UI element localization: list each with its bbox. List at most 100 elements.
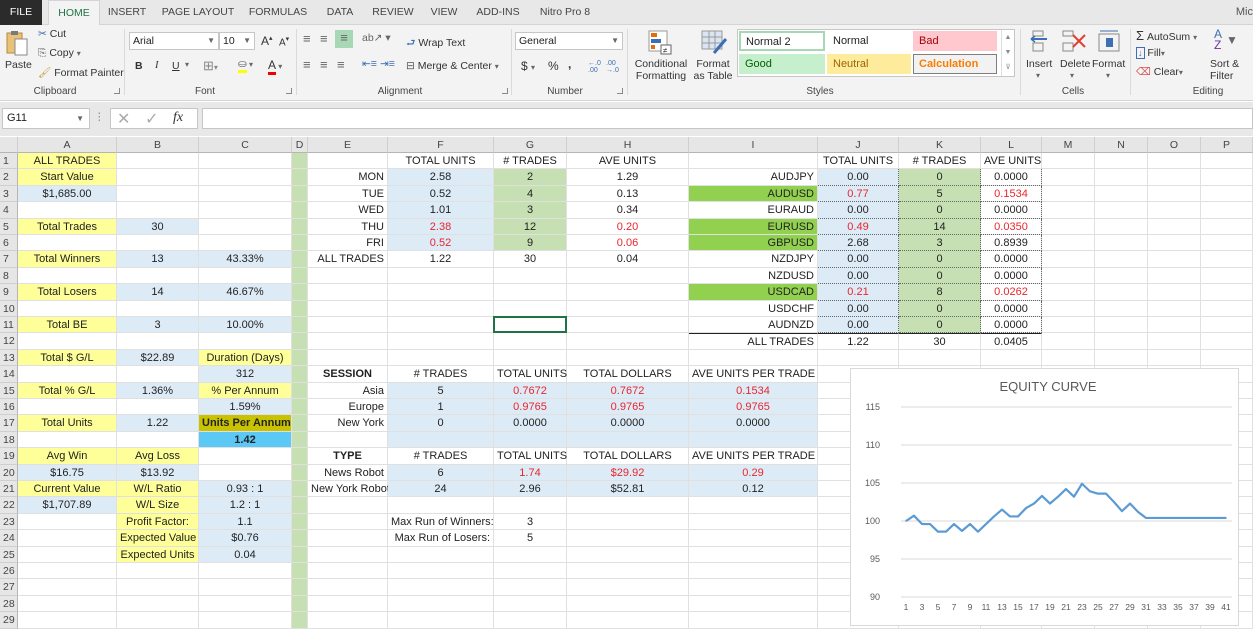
row-header-10[interactable]: 10	[0, 300, 18, 317]
delete-cells-button[interactable]: Delete ▾	[1058, 27, 1090, 83]
cell-d5[interactable]	[292, 218, 308, 235]
avg-loss-value[interactable]: $13.92	[117, 464, 199, 481]
total-be-label[interactable]: Total BE	[18, 317, 117, 334]
column-header-p[interactable]: P	[1201, 137, 1253, 153]
cell-d21[interactable]	[292, 481, 308, 498]
type-units[interactable]: 1.74	[494, 464, 567, 481]
cell-o5[interactable]	[1148, 218, 1201, 235]
max-run-winners-value[interactable]: 3	[494, 513, 567, 531]
cell-a29[interactable]	[18, 612, 117, 629]
cell-d8[interactable]	[292, 267, 308, 285]
row-header-9[interactable]: 9	[0, 284, 18, 301]
cell-d15[interactable]	[292, 382, 308, 399]
cell-n1[interactable]	[1095, 153, 1148, 170]
day-total-units[interactable]: 2.58	[388, 169, 494, 186]
be-pct[interactable]: 10.00%	[199, 317, 292, 334]
cell-m2[interactable]	[1042, 169, 1095, 186]
type-header[interactable]: TOTAL DOLLARS	[567, 448, 689, 465]
pair-ave-units[interactable]: 0.0000	[981, 202, 1042, 219]
style-bad[interactable]: Bad	[913, 31, 997, 51]
cell-i13[interactable]	[689, 349, 818, 367]
pair-trades[interactable]: 0	[899, 317, 981, 334]
cell-d23[interactable]	[292, 513, 308, 531]
decrease-decimal-icon[interactable]: .00 →.0	[606, 60, 619, 74]
style-good[interactable]: Good	[739, 54, 825, 74]
cell-c1[interactable]	[199, 153, 292, 170]
column-header-c[interactable]: C	[199, 137, 292, 153]
cell-f25[interactable]	[388, 546, 494, 563]
cell-j13[interactable]	[818, 349, 899, 367]
currency-button[interactable]: $ ▾	[521, 59, 535, 73]
session-blank[interactable]	[494, 431, 567, 449]
day-ave-units[interactable]: 0.20	[567, 218, 689, 235]
cell-h9[interactable]	[567, 284, 689, 301]
cell-m3[interactable]	[1042, 185, 1095, 203]
cell-c4[interactable]	[199, 202, 292, 219]
cell-m6[interactable]	[1042, 235, 1095, 252]
tab-insert[interactable]: INSERT	[104, 0, 150, 25]
expected-value-value[interactable]: $0.76	[199, 530, 292, 547]
cell-c28[interactable]	[199, 595, 292, 613]
column-header-j[interactable]: J	[818, 137, 899, 153]
row-header-5[interactable]: 5	[0, 218, 18, 235]
fill-button[interactable]: ↓ Fill▾	[1136, 47, 1165, 59]
tab-formulas[interactable]: FORMULAS	[246, 0, 310, 25]
pair-trades[interactable]: 3	[899, 235, 981, 252]
cell-d24[interactable]	[292, 530, 308, 547]
style-calculation[interactable]: Calculation	[913, 54, 997, 74]
day-ave-units[interactable]: 0.34	[567, 202, 689, 219]
cell-e27[interactable]	[308, 579, 388, 596]
days-total-ave[interactable]: 0.04	[567, 251, 689, 268]
style-normal[interactable]: Normal	[827, 31, 911, 51]
type-units[interactable]: 2.96	[494, 481, 567, 498]
pair-total-units[interactable]: 0.21	[818, 284, 899, 301]
cell-a6[interactable]	[18, 235, 117, 252]
cell-p2[interactable]	[1201, 169, 1253, 186]
cancel-icon[interactable]: ✕	[117, 109, 130, 129]
row-header-27[interactable]: 27	[0, 579, 18, 596]
wl-ratio-value[interactable]: 0.93 : 1	[199, 481, 292, 498]
cell-k13[interactable]	[899, 349, 981, 367]
pair-trades[interactable]: 0	[899, 202, 981, 219]
total-losers-label[interactable]: Total Losers	[18, 284, 117, 301]
cell-c27[interactable]	[199, 579, 292, 596]
alignment-launcher-icon[interactable]	[502, 88, 508, 94]
total-trades-label[interactable]: Total Trades	[18, 218, 117, 235]
pair-label[interactable]: USDCAD	[689, 284, 818, 301]
cell-g22[interactable]	[494, 497, 567, 514]
cell-m12[interactable]	[1042, 333, 1095, 350]
type-trades[interactable]: 6	[388, 464, 494, 481]
cell-n12[interactable]	[1095, 333, 1148, 350]
days-total-trades[interactable]: 30	[494, 251, 567, 268]
pair-trades[interactable]: 5	[899, 185, 981, 203]
row-header-6[interactable]: 6	[0, 235, 18, 252]
session-header[interactable]: TOTAL DOLLARS	[567, 366, 689, 383]
pair-label[interactable]: NZDJPY	[689, 251, 818, 268]
avg-win-label[interactable]: Avg Win	[18, 448, 117, 465]
session-dollars[interactable]: 0.9765	[567, 399, 689, 416]
session-units[interactable]: 0.9765	[494, 399, 567, 416]
cell-d3[interactable]	[292, 185, 308, 203]
cell-f9[interactable]	[388, 284, 494, 301]
borders-icon[interactable]: ⊞▾	[203, 58, 218, 74]
cell-i1[interactable]	[689, 153, 818, 170]
cell-d7[interactable]	[292, 251, 308, 268]
row-header-25[interactable]: 25	[0, 546, 18, 563]
cell-o1[interactable]	[1148, 153, 1201, 170]
row-header-20[interactable]: 20	[0, 464, 18, 481]
cell-d19[interactable]	[292, 448, 308, 465]
cell-o6[interactable]	[1148, 235, 1201, 252]
total-pct-gl-value[interactable]: 1.36%	[117, 382, 199, 399]
total-be-value[interactable]: 3	[117, 317, 199, 334]
cell-d9[interactable]	[292, 284, 308, 301]
cell-f12[interactable]	[388, 333, 494, 350]
clipboard-launcher-icon[interactable]	[114, 88, 120, 94]
pair-total-units[interactable]: 0.00	[818, 251, 899, 268]
session-units[interactable]: 0.7672	[494, 382, 567, 399]
wl-ratio-label[interactable]: W/L Ratio	[117, 481, 199, 498]
cell-d14[interactable]	[292, 366, 308, 383]
pairs-total-label[interactable]: ALL TRADES	[689, 333, 818, 350]
pair-ave-units[interactable]: 0.0000	[981, 317, 1042, 334]
format-as-table-button[interactable]: Format as Table	[690, 27, 736, 83]
winners-pct[interactable]: 43.33%	[199, 251, 292, 268]
